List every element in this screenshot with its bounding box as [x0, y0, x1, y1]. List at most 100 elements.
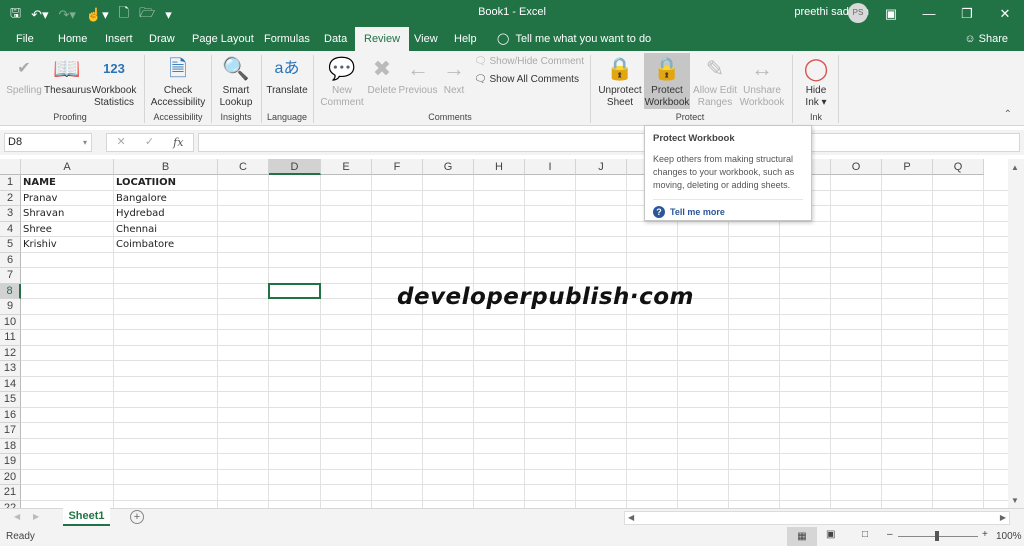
tab-page-layout[interactable]: Page Layout: [192, 27, 254, 51]
prev-sheet-icon[interactable]: ◀: [14, 512, 20, 521]
show-all-comments-button[interactable]: 🗨 Show All Comments: [474, 74, 594, 86]
row-header-21[interactable]: 21: [0, 485, 21, 501]
tab-review[interactable]: Review: [355, 27, 410, 51]
scroll-right-icon[interactable]: ▶: [1000, 513, 1006, 522]
column-header-a[interactable]: A: [21, 159, 114, 175]
row-header-11[interactable]: 11: [0, 330, 21, 346]
formula-input[interactable]: [198, 133, 1020, 152]
column-header-c[interactable]: C: [218, 159, 269, 175]
row-header-2[interactable]: 2: [0, 190, 21, 206]
cell-b5[interactable]: Coimbatore: [114, 237, 218, 252]
column-header-f[interactable]: F: [372, 159, 423, 175]
column-header-e[interactable]: E: [321, 159, 372, 175]
column-header-h[interactable]: H: [474, 159, 525, 175]
row-header-6[interactable]: 6: [0, 252, 21, 268]
close-button[interactable]: ✕: [986, 0, 1024, 27]
row-header-15[interactable]: 15: [0, 392, 21, 408]
ribbon-display-options-icon[interactable]: ▣: [872, 0, 910, 27]
scroll-left-icon[interactable]: ◀: [628, 513, 634, 522]
tab-insert[interactable]: Insert: [105, 27, 133, 51]
row-header-12[interactable]: 12: [0, 345, 21, 361]
column-header-j[interactable]: J: [576, 159, 627, 175]
new-comment-button[interactable]: 💬 New Comment: [318, 53, 366, 109]
row-header-3[interactable]: 3: [0, 206, 21, 222]
delete-comment-button[interactable]: ✖ Delete: [366, 53, 398, 97]
row-header-10[interactable]: 10: [0, 314, 21, 330]
minimize-button[interactable]: —: [910, 0, 948, 27]
cell-a2[interactable]: Pranav: [21, 191, 114, 206]
previous-comment-button[interactable]: ← Previous: [398, 53, 438, 97]
cell-b1[interactable]: LOCATIION: [114, 175, 218, 190]
row-header-16[interactable]: 16: [0, 407, 21, 423]
column-header-o[interactable]: O: [831, 159, 882, 175]
horizontal-scrollbar[interactable]: ◀ ▶: [624, 511, 1010, 525]
unshare-workbook-button[interactable]: ↔ Unshare Workbook: [738, 53, 786, 109]
tab-data[interactable]: Data: [324, 27, 347, 51]
show-hide-comment-button[interactable]: 🗨 Show/Hide Comment: [474, 56, 594, 68]
tab-file[interactable]: File: [16, 27, 34, 51]
row-header-9[interactable]: 9: [0, 299, 21, 315]
cell-a5[interactable]: Krishiv: [21, 237, 114, 252]
sheet-tab-sheet1[interactable]: Sheet1: [63, 508, 110, 526]
share-button[interactable]: ☺ Share: [964, 27, 1008, 51]
row-header-1[interactable]: 1: [0, 175, 21, 191]
page-break-view-icon[interactable]: □: [862, 529, 868, 540]
tab-draw[interactable]: Draw: [149, 27, 175, 51]
next-comment-button[interactable]: → Next: [438, 53, 470, 97]
scroll-down-icon[interactable]: ▼: [1011, 496, 1019, 505]
column-header-g[interactable]: G: [423, 159, 474, 175]
add-sheet-icon[interactable]: +: [130, 510, 144, 524]
column-header-p[interactable]: P: [882, 159, 933, 175]
check-accessibility-button[interactable]: 🗎 Check Accessibility: [150, 53, 206, 109]
row-header-19[interactable]: 19: [0, 454, 21, 470]
cell-b4[interactable]: Chennai: [114, 222, 218, 237]
row-header-5[interactable]: 5: [0, 237, 21, 253]
column-header-i[interactable]: I: [525, 159, 576, 175]
next-sheet-icon[interactable]: ▶: [33, 512, 39, 521]
cancel-icon[interactable]: ✕: [117, 134, 126, 151]
zoom-out-button[interactable]: –: [887, 529, 893, 540]
worksheet-grid[interactable]: ABCDEFGHIJKLMNOPQ12345678910111213141516…: [0, 159, 1010, 508]
row-header-18[interactable]: 18: [0, 438, 21, 454]
row-header-20[interactable]: 20: [0, 469, 21, 485]
row-header-7[interactable]: 7: [0, 268, 21, 284]
insert-function-icon[interactable]: fx: [173, 134, 183, 151]
zoom-in-button[interactable]: +: [982, 529, 988, 540]
normal-view-icon[interactable]: ▦: [787, 527, 817, 546]
smart-lookup-button[interactable]: 🔍 Smart Lookup: [214, 53, 258, 109]
workbook-statistics-button[interactable]: 123 Workbook Statistics: [90, 53, 138, 109]
row-header-4[interactable]: 4: [0, 221, 21, 237]
unprotect-sheet-button[interactable]: 🔒 Unprotect Sheet: [596, 53, 644, 109]
row-header-17[interactable]: 17: [0, 423, 21, 439]
collapse-ribbon-icon[interactable]: ⌃: [1004, 109, 1012, 120]
tab-formulas[interactable]: Formulas: [264, 27, 310, 51]
zoom-slider-thumb[interactable]: [935, 531, 939, 541]
column-header-b[interactable]: B: [114, 159, 218, 175]
tab-help[interactable]: Help: [454, 27, 477, 51]
cell-a1[interactable]: NAME: [21, 175, 114, 190]
selected-cell-indicator[interactable]: [268, 282, 321, 299]
vertical-scrollbar[interactable]: ▲ ▼: [1008, 159, 1024, 509]
row-header-22[interactable]: 22: [0, 500, 21, 508]
hide-ink-button[interactable]: ◯ Hide Ink ▾: [798, 53, 834, 109]
column-header-d[interactable]: D: [269, 159, 321, 175]
cell-b2[interactable]: Bangalore: [114, 191, 218, 206]
tab-view[interactable]: View: [414, 27, 438, 51]
name-box[interactable]: D8 ▾: [4, 133, 92, 152]
enter-icon[interactable]: ✓: [145, 134, 154, 151]
scroll-up-icon[interactable]: ▲: [1011, 163, 1019, 172]
tell-me-search[interactable]: ◯ Tell me what you want to do: [497, 27, 651, 51]
column-header-q[interactable]: Q: [933, 159, 984, 175]
avatar[interactable]: PS: [848, 3, 868, 23]
row-header-13[interactable]: 13: [0, 361, 21, 377]
select-all-corner[interactable]: [0, 159, 21, 175]
row-header-8[interactable]: 8: [0, 283, 21, 299]
allow-edit-ranges-button[interactable]: ✎ Allow Edit Ranges: [692, 53, 738, 109]
row-header-14[interactable]: 14: [0, 376, 21, 392]
tab-home[interactable]: Home: [58, 27, 87, 51]
protect-workbook-button[interactable]: 🔒 Protect Workbook: [644, 53, 690, 109]
cell-a3[interactable]: Shravan: [21, 206, 114, 221]
restore-button[interactable]: ❐: [948, 0, 986, 27]
page-layout-view-icon[interactable]: ▣: [826, 529, 835, 540]
translate-button[interactable]: aあ Translate: [264, 53, 310, 97]
